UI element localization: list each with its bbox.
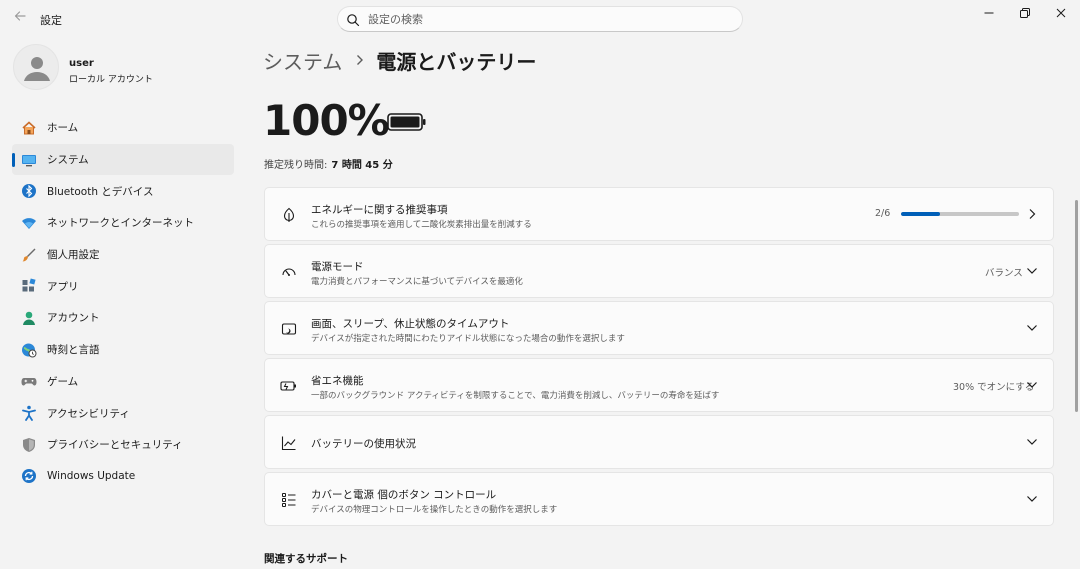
brush-icon <box>21 247 37 263</box>
card-screen-sleep[interactable]: 画面、スリープ、休止状態のタイムアウト デバイスが指定された時間にわたりアイドル… <box>264 301 1054 355</box>
card-description: デバイスの物理コントロールを操作したときの動作を選択します <box>311 505 558 515</box>
chevron-down-icon[interactable] <box>1025 435 1039 449</box>
sidebar-item-windows-update[interactable]: Windows Update <box>12 461 234 493</box>
card-description: 電力消費とパフォーマンスに基づいてデバイスを最適化 <box>311 277 523 287</box>
close-icon <box>1056 8 1066 18</box>
card-title: カバーと電源 個のボタン コントロール <box>311 489 497 501</box>
system-icon <box>21 152 37 168</box>
time-language-icon <box>21 342 37 358</box>
card-title: エネルギーに関する推奨事項 <box>311 204 448 216</box>
minimize-button[interactable] <box>971 0 1007 26</box>
sidebar-item-home[interactable]: ホーム <box>12 112 234 144</box>
sidebar-item-accounts[interactable]: アカウント <box>12 302 234 334</box>
card-description: デバイスが指定された時間にわたりアイドル状態になった場合の動作を選択します <box>311 334 625 344</box>
search-box[interactable] <box>337 6 743 32</box>
sidebar-item-bluetooth[interactable]: Bluetooth とデバイス <box>12 175 234 207</box>
card-battery-usage[interactable]: バッテリーの使用状況 <box>264 415 1054 469</box>
title-bar: 設定 <box>0 0 1080 38</box>
power-mode-icon <box>280 263 298 281</box>
breadcrumb-parent[interactable]: システム <box>263 46 342 75</box>
recommendations-count: 2/6 <box>875 208 891 219</box>
home-icon <box>21 120 37 136</box>
search-icon <box>346 12 360 27</box>
update-icon <box>21 468 37 484</box>
card-title: 電源モード <box>311 261 364 273</box>
close-button[interactable] <box>1043 0 1079 26</box>
sidebar-item-network[interactable]: ネットワークとインターネット <box>12 207 234 239</box>
chevron-right-icon <box>1025 207 1039 221</box>
back-arrow-icon[interactable] <box>11 10 29 28</box>
profile-name: user <box>69 58 94 69</box>
chevron-down-icon[interactable] <box>1025 264 1039 278</box>
sidebar-nav: ホーム システム Bluetooth とデバイス ネットワークとインターネット … <box>0 112 240 492</box>
screen-sleep-icon <box>280 320 298 338</box>
progress-fill <box>901 212 941 216</box>
network-icon <box>21 215 37 231</box>
usage-chart-icon <box>280 434 298 452</box>
minimize-icon <box>984 12 994 14</box>
search-input[interactable] <box>368 10 728 28</box>
power-mode-value[interactable]: バランス <box>985 265 1023 279</box>
accounts-icon <box>21 310 37 326</box>
breadcrumb: システム 電源とバッテリー <box>263 46 536 75</box>
bluetooth-icon <box>21 183 37 199</box>
battery-percentage: 100% <box>263 96 390 145</box>
sidebar-item-time-language[interactable]: 時刻と言語 <box>12 334 234 366</box>
app-title: 設定 <box>40 14 62 27</box>
buttons-list-icon <box>280 491 298 509</box>
card-power-mode[interactable]: 電源モード 電力消費とパフォーマンスに基づいてデバイスを最適化 バランス <box>264 244 1054 298</box>
maximize-button[interactable] <box>1007 0 1043 26</box>
sidebar-item-accessibility[interactable]: アクセシビリティ <box>12 397 234 429</box>
related-support-heading: 関連するサポート <box>264 553 348 565</box>
chevron-right-icon <box>356 51 364 70</box>
battery-saver-icon <box>280 377 298 395</box>
sidebar-item-gaming[interactable]: ゲーム <box>12 366 234 398</box>
scrollbar[interactable] <box>1075 200 1078 412</box>
profile-account-type: ローカル アカウント <box>69 75 153 85</box>
card-energy-recommendations[interactable]: エネルギーに関する推奨事項 これらの推奨事項を適用して二酸化炭素排出量を削減する… <box>264 187 1054 241</box>
restore-icon <box>1020 8 1030 18</box>
chevron-down-icon[interactable] <box>1025 492 1039 506</box>
sidebar-item-system[interactable]: システム <box>12 143 234 176</box>
estimate-value: 7 時間 45 分 <box>331 160 393 171</box>
card-lid-power-buttons[interactable]: カバーと電源 個のボタン コントロール デバイスの物理コントロールを操作したとき… <box>264 472 1054 526</box>
battery-estimate: 推定残り時間: 7 時間 45 分 <box>264 156 393 171</box>
card-description: これらの推奨事項を適用して二酸化炭素排出量を削減する <box>311 220 532 230</box>
battery-full-icon <box>387 112 427 136</box>
accessibility-icon <box>21 405 37 421</box>
page-title: 電源とバッテリー <box>376 50 537 74</box>
card-description: 一部のバックグラウンド アクティビティを制限することで、電力消費を削減し、バッテ… <box>311 391 720 401</box>
apps-icon <box>21 278 37 294</box>
sidebar-item-personalization[interactable]: 個人用設定 <box>12 239 234 271</box>
sidebar-item-privacy[interactable]: プライバシーとセキュリティ <box>12 429 234 461</box>
estimate-label: 推定残り時間: <box>264 160 328 171</box>
leaf-icon <box>280 206 298 224</box>
avatar[interactable] <box>13 44 59 90</box>
shield-icon <box>21 437 37 453</box>
card-battery-saver[interactable]: 省エネ機能 一部のバックグラウンド アクティビティを制限することで、電力消費を削… <box>264 358 1054 412</box>
battery-saver-value[interactable]: 30% でオンにする <box>953 379 1034 393</box>
sidebar-item-apps[interactable]: アプリ <box>12 270 234 302</box>
gamepad-icon <box>21 373 37 389</box>
card-title: 省エネ機能 <box>311 375 364 387</box>
chevron-down-icon[interactable] <box>1025 378 1039 392</box>
recommendations-progress <box>901 212 1019 216</box>
card-title: 画面、スリープ、休止状態のタイムアウト <box>311 318 510 330</box>
chevron-down-icon[interactable] <box>1025 321 1039 335</box>
card-title: バッテリーの使用状況 <box>311 438 416 450</box>
